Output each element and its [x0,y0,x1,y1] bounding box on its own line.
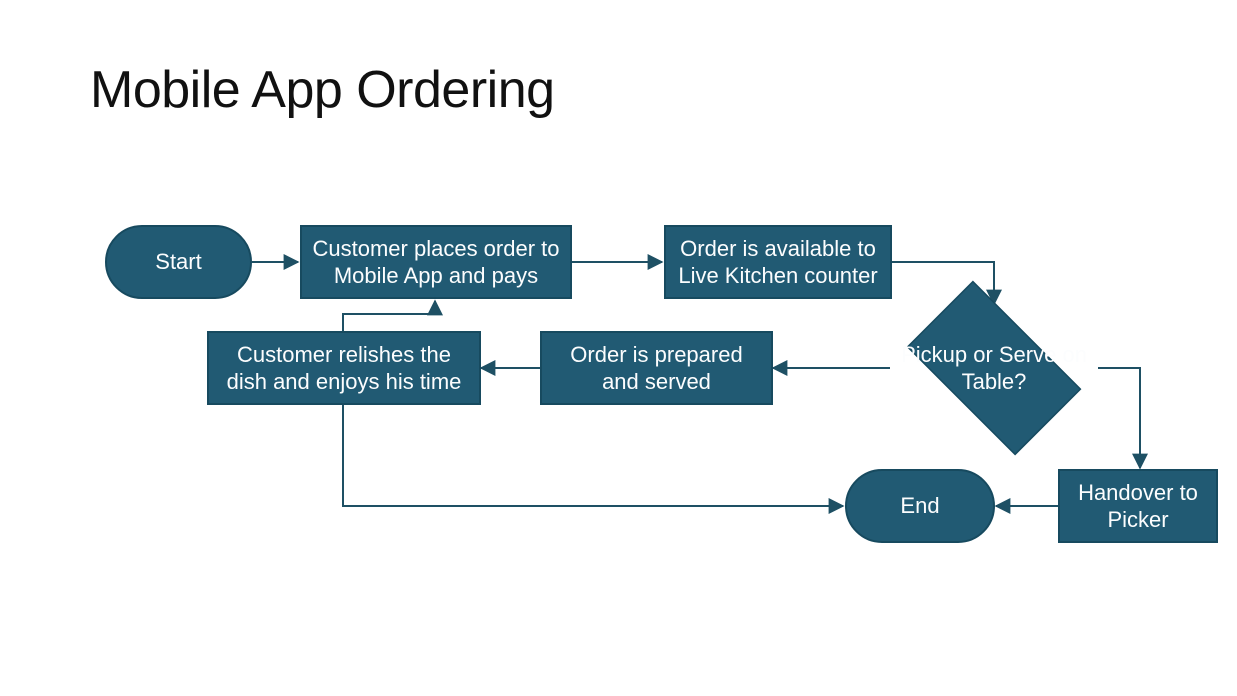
relishes-label: Customer relishes the dish and enjoys hi… [219,341,469,396]
place-order-node: Customer places order to Mobile App and … [300,225,572,299]
page-title: Mobile App Ordering [90,60,555,120]
start-node: Start [105,225,252,299]
start-label: Start [155,248,201,276]
prepared-node: Order is prepared and served [540,331,773,405]
handover-node: Handover to Picker [1058,469,1218,543]
decision-node: Pickup or Serve on Table? [886,302,1102,434]
relishes-node: Customer relishes the dish and enjoys hi… [207,331,481,405]
decision-label: Pickup or Serve on Table? [886,302,1102,434]
end-label: End [900,492,939,520]
kitchen-label: Order is available to Live Kitchen count… [676,235,880,290]
place-order-label: Customer places order to Mobile App and … [312,235,560,290]
prepared-label: Order is prepared and served [552,341,761,396]
kitchen-node: Order is available to Live Kitchen count… [664,225,892,299]
handover-label: Handover to Picker [1070,479,1206,534]
end-node: End [845,469,995,543]
